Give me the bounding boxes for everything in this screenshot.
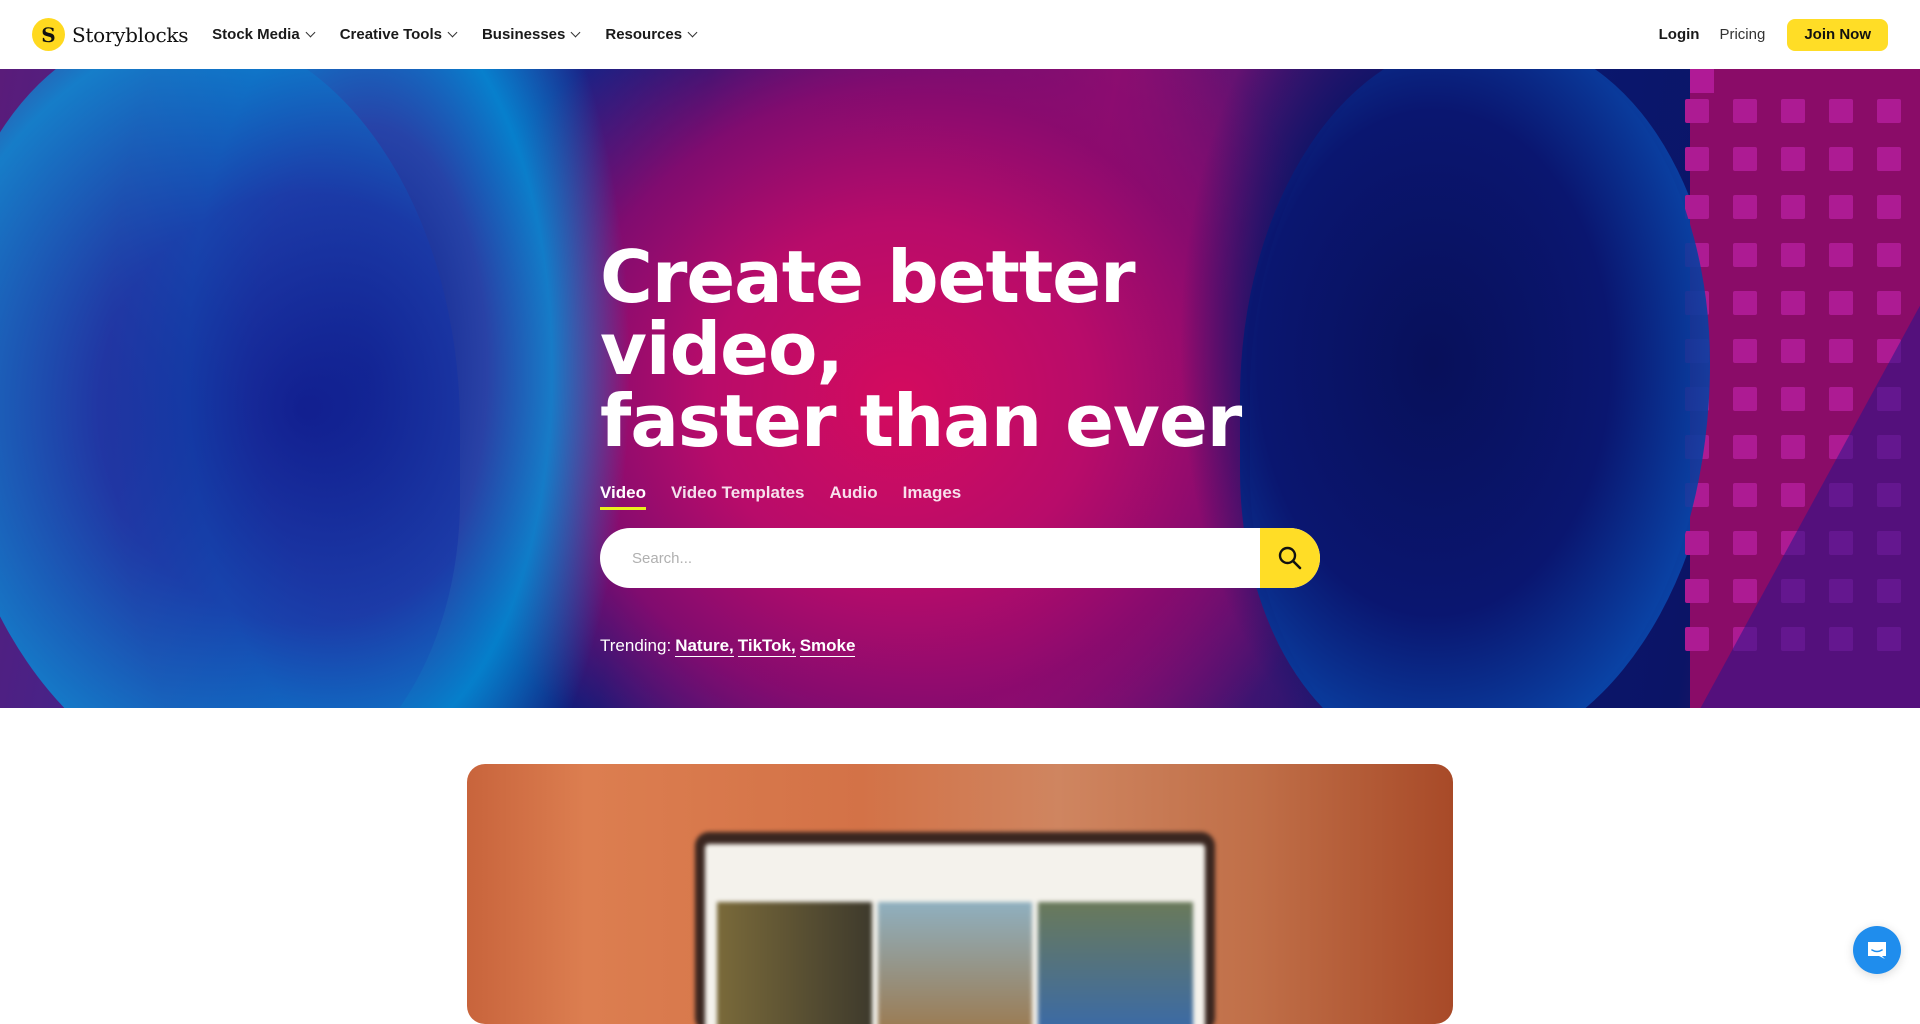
menu-creative-tools[interactable]: Creative Tools — [339, 26, 458, 43]
promo-video-preview[interactable] — [467, 764, 1453, 1024]
background-tile — [1877, 195, 1901, 219]
laptop-screen — [705, 844, 1205, 1024]
trending-searches: Trending: Nature, TikTok, Smoke — [600, 636, 1340, 657]
trending-link-nature[interactable]: Nature, — [675, 636, 734, 657]
background-tile — [1829, 147, 1853, 171]
search-input[interactable] — [600, 528, 1260, 588]
tab-images[interactable]: Images — [903, 483, 962, 510]
tab-video[interactable]: Video — [600, 483, 646, 510]
background-tile — [1733, 99, 1757, 123]
background-tile — [1829, 243, 1853, 267]
background-tile — [1877, 243, 1901, 267]
search-button[interactable] — [1260, 528, 1320, 588]
chat-launcher-button[interactable] — [1853, 926, 1901, 974]
menu-label: Stock Media — [212, 26, 300, 43]
logo-mark-icon: S — [32, 18, 65, 51]
background-tile — [1733, 195, 1757, 219]
chevron-down-icon — [687, 27, 698, 38]
headline-line-2: faster than ever — [600, 379, 1242, 463]
hero-content: Create better video, faster than ever Vi… — [600, 241, 1340, 657]
background-tile — [1685, 99, 1709, 123]
menu-stock-media[interactable]: Stock Media — [212, 26, 316, 43]
tab-audio[interactable]: Audio — [830, 483, 878, 510]
tab-video-templates[interactable]: Video Templates — [671, 483, 805, 510]
trending-link-tiktok[interactable]: TikTok, — [737, 636, 796, 657]
hero-background-shape — [0, 69, 460, 708]
chevron-down-icon — [570, 27, 581, 38]
background-tile — [1781, 147, 1805, 171]
background-tile — [1685, 147, 1709, 171]
background-tile — [1877, 147, 1901, 171]
screen-thumbnails — [717, 902, 1194, 1024]
menu-label: Resources — [605, 26, 683, 43]
background-tile — [1781, 99, 1805, 123]
pricing-link[interactable]: Pricing — [1719, 26, 1765, 43]
menu-businesses[interactable]: Businesses — [481, 26, 581, 43]
hero-headline: Create better video, faster than ever — [600, 241, 1340, 457]
background-tile — [1733, 147, 1757, 171]
login-link[interactable]: Login — [1659, 26, 1700, 43]
search-bar — [600, 528, 1320, 588]
chevron-down-icon — [447, 27, 458, 38]
background-tile — [1733, 243, 1757, 267]
background-tile — [1781, 243, 1805, 267]
trending-link-smoke[interactable]: Smoke — [799, 636, 856, 657]
menu-resources[interactable]: Resources — [605, 26, 698, 43]
menu-label: Creative Tools — [339, 26, 442, 43]
menu-label: Businesses — [481, 26, 566, 43]
background-tile — [1829, 195, 1853, 219]
background-tile — [1685, 195, 1709, 219]
chevron-down-icon — [305, 27, 316, 38]
background-tile — [1877, 99, 1901, 123]
chat-icon — [1868, 942, 1886, 959]
background-tile — [1829, 99, 1853, 123]
nav-actions: Login Pricing Join Now — [1659, 18, 1888, 51]
top-navigation: S Storyblocks Stock Media Creative Tools… — [0, 0, 1920, 69]
join-now-button[interactable]: Join Now — [1787, 18, 1888, 51]
storyblocks-logo[interactable]: S Storyblocks — [32, 18, 188, 51]
laptop-image — [695, 832, 1215, 1024]
trending-label: Trending: — [600, 636, 672, 655]
main-menu: Stock Media Creative Tools Businesses Re… — [212, 26, 698, 43]
background-tile — [1781, 195, 1805, 219]
thumbnail — [877, 902, 1033, 1024]
thumbnail — [1038, 902, 1194, 1024]
logo-text: Storyblocks — [72, 22, 189, 47]
headline-line-1: Create better video, — [600, 235, 1136, 391]
hero-background-triangle — [1700, 269, 1920, 708]
thumbnail — [717, 902, 872, 1024]
search-icon — [1278, 546, 1302, 570]
hero-section: Create better video, faster than ever Vi… — [0, 69, 1920, 708]
media-type-tabs: Video Video Templates Audio Images — [600, 483, 1340, 510]
